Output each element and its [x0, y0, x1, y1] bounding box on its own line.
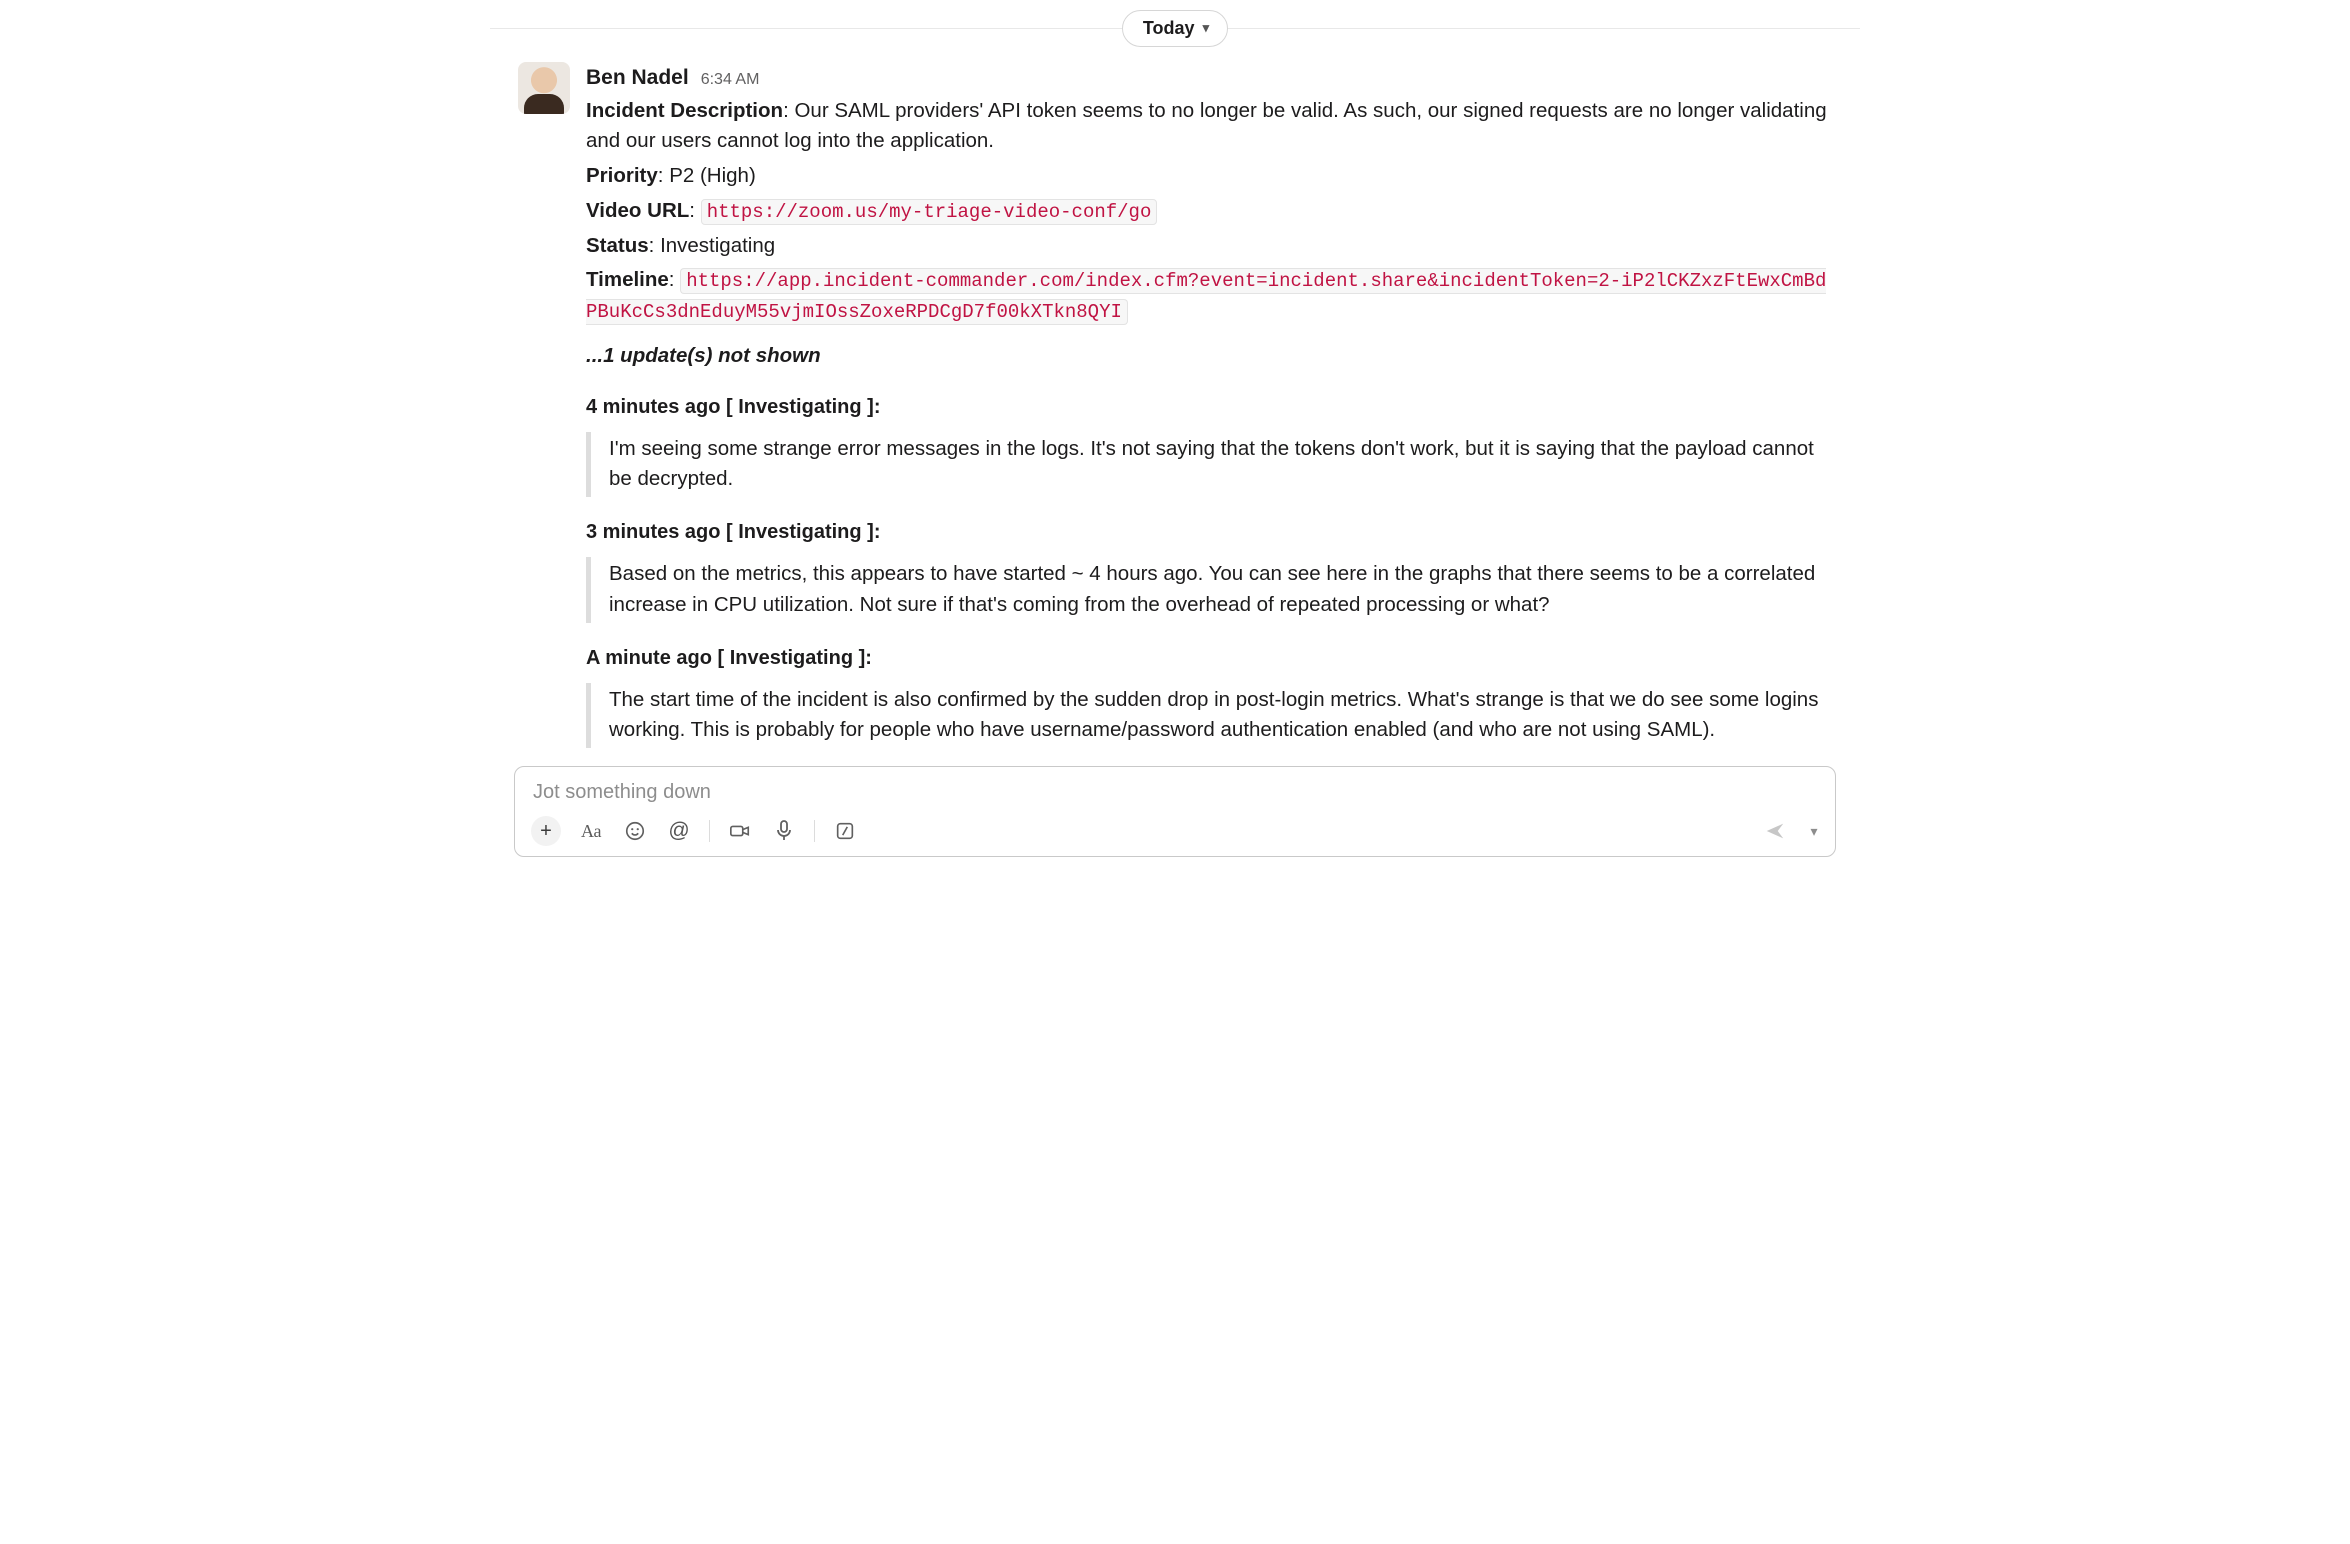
chevron-down-icon: ▾	[1810, 821, 1817, 842]
update-block: 4 minutes ago [ Investigating ]: I'm see…	[586, 392, 1832, 498]
attach-button[interactable]: +	[531, 816, 561, 846]
priority-line: Priority: P2 (High)	[586, 161, 1832, 192]
update-body: Based on the metrics, this appears to ha…	[609, 562, 1815, 616]
date-jump-button[interactable]: Today ▾	[1122, 10, 1228, 47]
timeline-label: Timeline	[586, 268, 669, 291]
shortcuts-button[interactable]	[831, 817, 859, 845]
formatting-button[interactable]: Aa	[577, 817, 605, 845]
message-header: Ben Nadel 6:34 AM	[586, 62, 1832, 94]
update-body: I'm seeing some strange error messages i…	[609, 437, 1814, 491]
incident-description-label: Incident Description	[586, 99, 783, 122]
message-row: Ben Nadel 6:34 AM Incident Description: …	[490, 48, 1860, 754]
priority-label: Priority	[586, 164, 658, 187]
timeline-url-link[interactable]: https://app.incident-commander.com/index…	[586, 268, 1826, 325]
formatting-icon: Aa	[581, 818, 601, 845]
slash-box-icon	[834, 820, 856, 842]
status-value: Investigating	[660, 234, 775, 257]
update-body: The start time of the incident is also c…	[609, 688, 1818, 742]
avatar[interactable]	[518, 62, 570, 114]
message-timestamp[interactable]: 6:34 AM	[701, 68, 760, 92]
composer-toolbar: + Aa @	[529, 814, 1825, 852]
status-line: Status: Investigating	[586, 231, 1832, 262]
message-content: Incident Description: Our SAML providers…	[586, 96, 1832, 749]
date-divider: Today ▾	[490, 8, 1860, 48]
composer-input[interactable]	[529, 775, 1825, 814]
update-quote: The start time of the incident is also c…	[586, 683, 1832, 749]
date-label: Today	[1143, 15, 1195, 42]
incident-description-line: Incident Description: Our SAML providers…	[586, 96, 1832, 158]
update-heading: 4 minutes ago [ Investigating ]:	[586, 392, 1832, 422]
chevron-down-icon: ▾	[1203, 18, 1210, 38]
at-icon: @	[668, 815, 689, 847]
video-url-link[interactable]: https://zoom.us/my-triage-video-conf/go	[701, 199, 1158, 225]
update-block: 3 minutes ago [ Investigating ]: Based o…	[586, 517, 1832, 623]
status-label: Status	[586, 234, 649, 257]
video-url-label: Video URL	[586, 199, 689, 222]
update-quote: Based on the metrics, this appears to ha…	[586, 557, 1832, 623]
plus-icon: +	[540, 816, 552, 846]
priority-value: P2 (High)	[669, 164, 756, 187]
microphone-icon	[774, 819, 794, 843]
toolbar-separator	[814, 820, 815, 842]
hidden-updates-notice: ...1 update(s) not shown	[586, 341, 1832, 372]
record-video-button[interactable]	[726, 817, 754, 845]
emoji-button[interactable]	[621, 817, 649, 845]
send-icon	[1763, 820, 1787, 842]
update-heading: A minute ago [ Investigating ]:	[586, 643, 1832, 673]
record-audio-button[interactable]	[770, 817, 798, 845]
send-options-button[interactable]: ▾	[1805, 817, 1823, 845]
toolbar-separator	[709, 820, 710, 842]
send-button[interactable]	[1761, 817, 1789, 845]
message-author[interactable]: Ben Nadel	[586, 62, 689, 94]
update-block: A minute ago [ Investigating ]: The star…	[586, 643, 1832, 749]
mention-button[interactable]: @	[665, 817, 693, 845]
update-heading: 3 minutes ago [ Investigating ]:	[586, 517, 1832, 547]
composer-area: + Aa @	[490, 754, 1860, 873]
update-quote: I'm seeing some strange error messages i…	[586, 432, 1832, 498]
composer: + Aa @	[514, 766, 1836, 857]
timeline-line: Timeline: https://app.incident-commander…	[586, 265, 1832, 327]
video-icon	[728, 820, 752, 842]
emoji-icon	[624, 820, 646, 842]
video-url-line: Video URL: https://zoom.us/my-triage-vid…	[586, 196, 1832, 227]
